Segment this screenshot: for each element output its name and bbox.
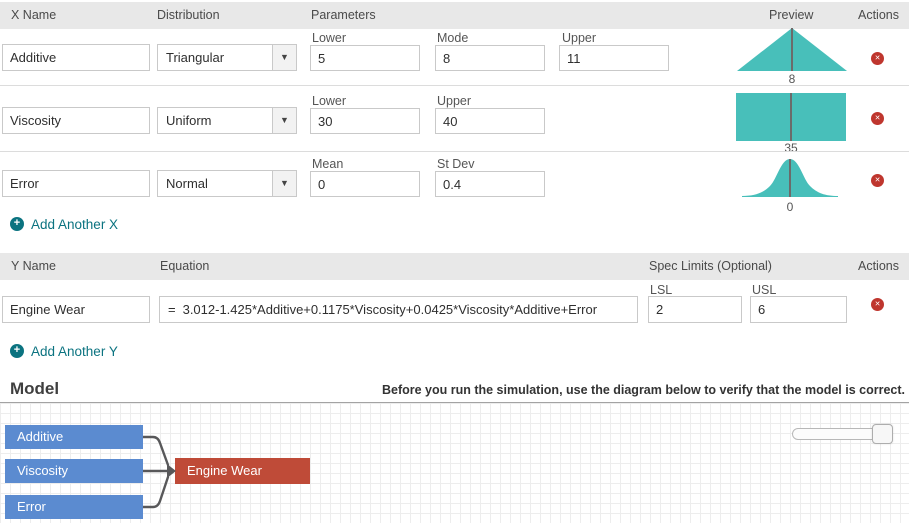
row-separator — [0, 151, 909, 152]
diagram-node-viscosity[interactable]: Viscosity — [5, 459, 143, 483]
spec-limits-header: Spec Limits (Optional) — [649, 253, 772, 280]
delete-row-button[interactable]: ✕ — [871, 174, 884, 187]
add-another-x-label: Add Another X — [31, 217, 118, 232]
diagram-node-error[interactable]: Error — [5, 495, 143, 519]
diagram-node-additive[interactable]: Additive — [5, 425, 143, 449]
y-table-header: Y Name Equation Spec Limits (Optional) A… — [0, 253, 909, 280]
model-section-title: Model — [10, 379, 59, 399]
plus-circle-icon: + — [10, 344, 24, 358]
uniform-distribution-preview — [736, 93, 846, 141]
x-name-input[interactable] — [2, 107, 150, 134]
lsl-input[interactable] — [648, 296, 742, 323]
param-label: Mean — [312, 157, 343, 171]
x-table-header: X Name Distribution Parameters Preview A… — [0, 2, 909, 29]
equation-equals-prefix: = — [168, 302, 176, 317]
param-label: St Dev — [437, 157, 475, 171]
distribution-select[interactable]: Normal ▼ — [157, 170, 297, 197]
usl-input[interactable] — [750, 296, 847, 323]
arrow-head-icon — [167, 464, 176, 478]
preview-center-label: 35 — [736, 141, 846, 155]
parameters-header: Parameters — [311, 2, 376, 29]
preview-center-label: 0 — [742, 200, 838, 214]
equation-header: Equation — [160, 253, 209, 280]
equation-input[interactable]: = 3.012-1.425*Additive+0.1175*Viscosity+… — [159, 296, 638, 323]
dropdown-button[interactable]: ▼ — [272, 171, 296, 196]
y-name-input[interactable] — [2, 296, 150, 323]
param-label: Upper — [562, 31, 596, 45]
param-input-lower[interactable] — [310, 45, 420, 71]
diagram-zoom-slider-handle[interactable] — [872, 424, 893, 444]
distribution-selected-value: Uniform — [166, 108, 212, 133]
param-label: Upper — [437, 94, 471, 108]
chevron-down-icon: ▼ — [280, 52, 289, 62]
distribution-select[interactable]: Triangular ▼ — [157, 44, 297, 71]
chevron-down-icon: ▼ — [280, 115, 289, 125]
simulation-setup-page: X Name Distribution Parameters Preview A… — [0, 0, 909, 523]
param-input-mean[interactable] — [310, 171, 420, 197]
usl-label: USL — [752, 283, 776, 297]
preview-center-label: 8 — [737, 72, 847, 86]
distribution-selected-value: Normal — [166, 171, 208, 196]
delete-row-button[interactable]: ✕ — [871, 298, 884, 311]
actions-header: Actions — [858, 2, 899, 29]
param-input-upper[interactable] — [559, 45, 669, 71]
x-name-input[interactable] — [2, 170, 150, 197]
triangular-distribution-preview — [737, 28, 847, 71]
x-name-header: X Name — [11, 2, 56, 29]
distribution-header: Distribution — [157, 2, 220, 29]
param-input-stdev[interactable] — [435, 171, 545, 197]
param-label: Lower — [312, 31, 346, 45]
param-label: Lower — [312, 94, 346, 108]
row-separator — [0, 85, 909, 86]
diagram-connectors — [143, 420, 179, 523]
param-label: Mode — [437, 31, 468, 45]
add-another-y-button[interactable]: + Add Another Y — [10, 343, 118, 359]
param-input-mode[interactable] — [435, 45, 545, 71]
delete-row-button[interactable]: ✕ — [871, 52, 884, 65]
normal-distribution-preview — [742, 154, 838, 199]
equation-text: 3.012-1.425*Additive+0.1175*Viscosity+0.… — [183, 302, 597, 317]
param-input-upper[interactable] — [435, 108, 545, 134]
distribution-select[interactable]: Uniform ▼ — [157, 107, 297, 134]
delete-row-button[interactable]: ✕ — [871, 112, 884, 125]
lsl-label: LSL — [650, 283, 672, 297]
dropdown-button[interactable]: ▼ — [272, 45, 296, 70]
dropdown-button[interactable]: ▼ — [272, 108, 296, 133]
actions-header: Actions — [858, 253, 899, 280]
x-name-input[interactable] — [2, 44, 150, 71]
add-another-x-button[interactable]: + Add Another X — [10, 216, 118, 232]
plus-circle-icon: + — [10, 217, 24, 231]
distribution-selected-value: Triangular — [166, 45, 224, 70]
add-another-y-label: Add Another Y — [31, 344, 118, 359]
y-name-header: Y Name — [11, 253, 56, 280]
param-input-lower[interactable] — [310, 108, 420, 134]
chevron-down-icon: ▼ — [280, 178, 289, 188]
preview-header: Preview — [769, 2, 813, 29]
model-note: Before you run the simulation, use the d… — [382, 383, 905, 397]
diagram-node-engine-wear[interactable]: Engine Wear — [175, 458, 310, 484]
